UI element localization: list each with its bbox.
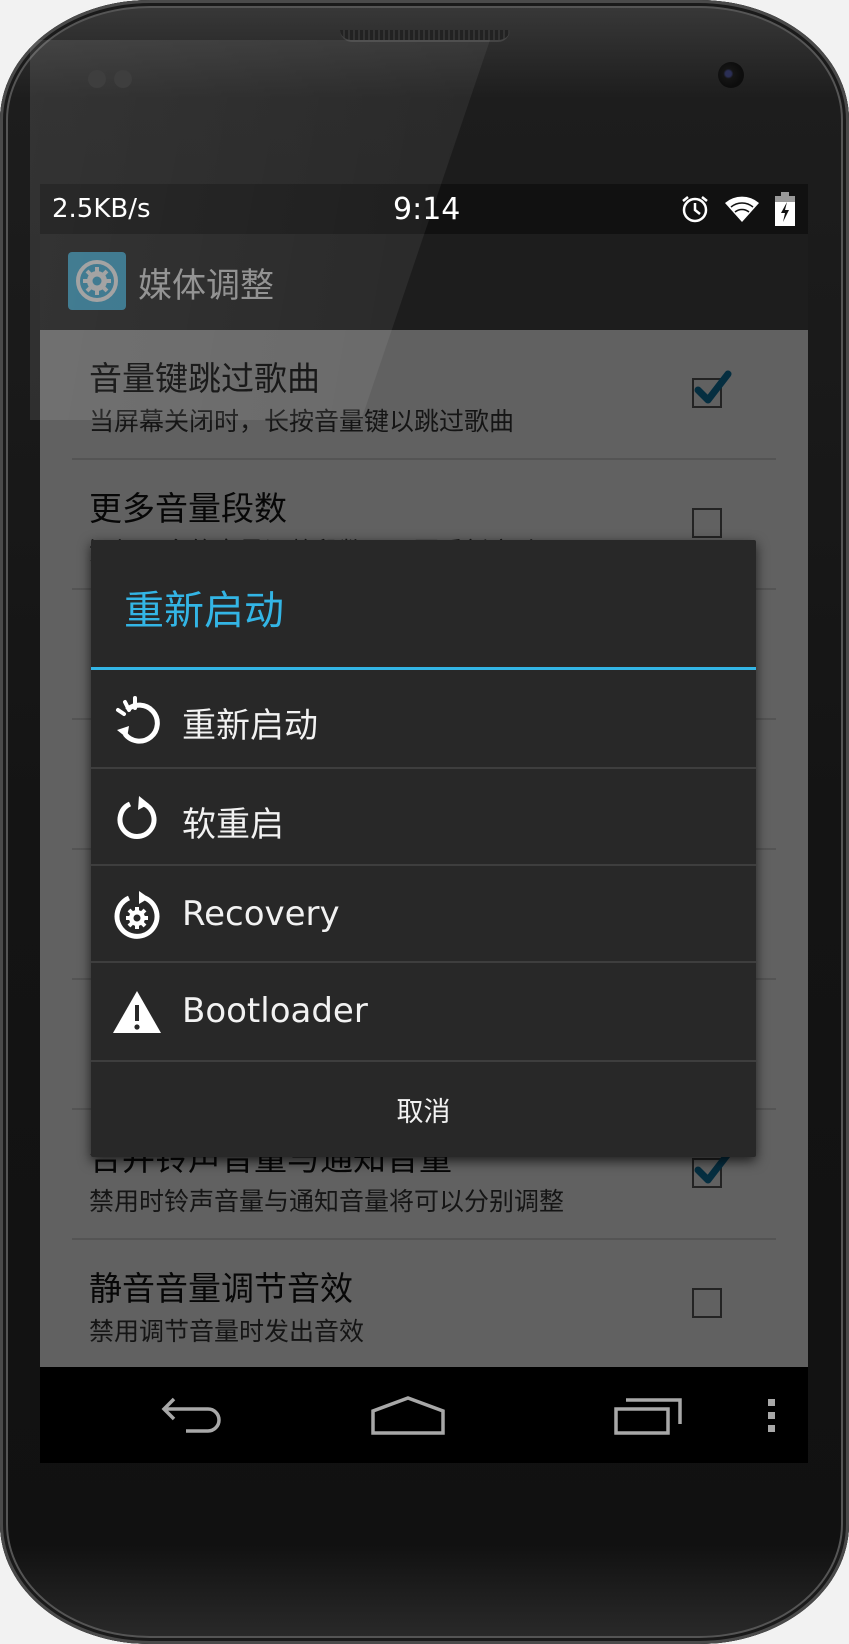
navigation-bar <box>40 1367 808 1463</box>
phone-frame: 2.5KB/s 9:14 媒体调整 重新启动 重新启动 软重启 Recovery… <box>0 0 849 1644</box>
option-label: Recovery <box>182 894 340 934</box>
option-recovery[interactable]: Recovery <box>91 866 756 963</box>
earpiece-speaker <box>340 30 510 42</box>
option-soft-reboot[interactable]: 软重启 <box>91 769 756 866</box>
overflow-menu-icon[interactable] <box>767 1399 777 1437</box>
dialog-title: 重新启动 <box>124 588 284 634</box>
front-camera <box>718 62 744 88</box>
action-bar: 媒体调整 <box>40 234 808 330</box>
option-label: 软重启 <box>182 805 284 845</box>
cancel-button[interactable]: 取消 <box>91 1062 756 1157</box>
warning-icon <box>111 987 163 1039</box>
page-title: 媒体调整 <box>138 266 274 306</box>
recent-apps-icon[interactable] <box>614 1395 684 1439</box>
back-icon[interactable] <box>160 1395 230 1439</box>
network-speed: 2.5KB/s <box>52 194 151 224</box>
screen: 2.5KB/s 9:14 媒体调整 重新启动 重新启动 软重启 Recovery… <box>40 184 808 1463</box>
option-label: 重新启动 <box>182 706 318 746</box>
proximity-sensor <box>88 70 106 88</box>
option-reboot[interactable]: 重新启动 <box>91 670 756 767</box>
alarm-icon <box>680 194 710 228</box>
light-sensor <box>114 70 132 88</box>
reboot-dialog: 重新启动 重新启动 软重启 Recovery Bootloader 取消 <box>91 540 756 1157</box>
option-label: Bootloader <box>182 991 368 1031</box>
soft-reboot-icon <box>111 793 163 845</box>
clock: 9:14 <box>393 192 461 227</box>
wifi-icon <box>724 194 760 228</box>
gear-icon[interactable] <box>68 252 126 310</box>
home-icon[interactable] <box>370 1395 446 1439</box>
reboot-icon <box>111 694 163 746</box>
status-bar: 2.5KB/s 9:14 <box>40 184 808 234</box>
recovery-gear-icon <box>111 890 163 942</box>
status-icons <box>680 192 796 230</box>
battery-charging-icon <box>774 192 796 230</box>
option-bootloader[interactable]: Bootloader <box>91 963 756 1060</box>
